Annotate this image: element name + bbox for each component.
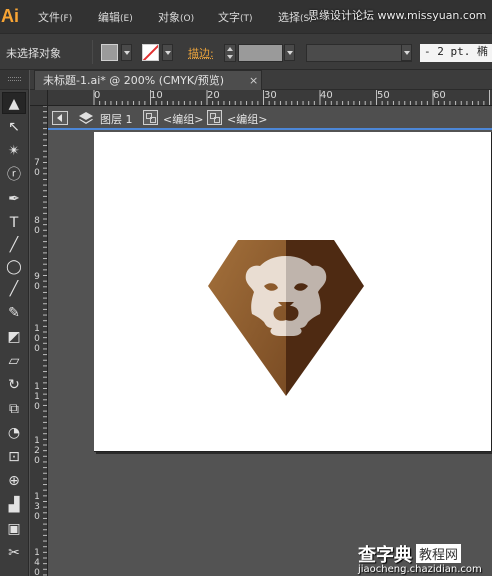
- ellipse-tool[interactable]: ◯: [2, 256, 26, 278]
- ruler-label: 1: [34, 324, 40, 334]
- control-bar: 未选择对象 描边: - 2 pt. 椭: [0, 33, 492, 70]
- selection-status: 未选择对象: [6, 47, 61, 60]
- menu-overlay-watermark: 思缘设计论坛 www.missyuan.com: [308, 9, 487, 22]
- stroke-weight-dropdown[interactable]: [284, 44, 295, 61]
- menu-edit[interactable]: 编辑(E): [98, 9, 133, 25]
- direct-selection-tool[interactable]: ↖: [2, 116, 26, 138]
- menu-type[interactable]: 文字(T): [218, 9, 253, 25]
- ruler-label: 1: [34, 436, 40, 446]
- stroke-weight-stepper[interactable]: [224, 44, 236, 62]
- ruler-label: 0: [34, 568, 40, 576]
- ruler-label: 3: [34, 502, 40, 512]
- ruler-label: 0: [34, 344, 40, 354]
- group-icon: [207, 110, 222, 125]
- ruler-label: 1: [34, 382, 40, 392]
- rotate-tool[interactable]: ↻: [2, 374, 26, 396]
- fill-swatch[interactable]: [101, 44, 118, 61]
- stroke-weight-input[interactable]: [238, 44, 283, 62]
- ruler-label: 1: [34, 392, 40, 402]
- graph-tool[interactable]: ▟: [2, 494, 26, 516]
- eraser-tool[interactable]: ▱: [2, 350, 26, 372]
- artboard[interactable]: [94, 132, 492, 452]
- ruler-label: 0: [34, 168, 40, 178]
- watermark-badge: 教程网: [416, 544, 462, 563]
- selection-tool[interactable]: ▲: [2, 92, 26, 114]
- ruler-label: 4: [34, 558, 40, 568]
- watermark-title: 查字典: [358, 545, 412, 566]
- ruler-label: 20: [207, 90, 220, 101]
- ruler-label: 0: [34, 334, 40, 344]
- ruler-label: 40: [320, 90, 333, 101]
- back-arrow-icon[interactable]: [52, 111, 68, 125]
- lasso-tool[interactable]: ⓡ: [2, 164, 26, 186]
- watermark-url: jiaocheng.chazidian.com: [358, 564, 482, 575]
- ruler-label: 0: [34, 282, 40, 292]
- group-icon: [143, 110, 158, 125]
- isolation-group-1[interactable]: <编组>: [163, 111, 203, 127]
- control-divider: [92, 40, 93, 64]
- stroke-dropdown-button[interactable]: [162, 44, 173, 61]
- paintbrush-tool[interactable]: ╱: [2, 278, 26, 300]
- type-tool[interactable]: T: [2, 212, 26, 234]
- app-logo: Ai: [1, 6, 19, 26]
- magic-wand-tool[interactable]: ✴: [2, 140, 26, 162]
- layers-icon: [79, 112, 93, 124]
- menu-object[interactable]: 对象(O): [158, 9, 194, 25]
- ruler-label: 0: [34, 512, 40, 522]
- warp-tool[interactable]: ◔: [2, 422, 26, 444]
- vertical-ruler[interactable]: 708090100110120130140: [30, 106, 48, 576]
- stroke-label[interactable]: 描边:: [188, 45, 214, 61]
- ruler-label: 30: [264, 90, 277, 101]
- artboard-tool[interactable]: ▣: [2, 518, 26, 540]
- close-icon[interactable]: ×: [249, 71, 258, 90]
- blob-brush-tool[interactable]: ◩: [2, 326, 26, 348]
- ruler-label: 7: [34, 158, 40, 168]
- menu-bar: Ai 文件(F) 编辑(E) 对象(O) 文字(T) 选择(S) 思缘设计论坛 …: [0, 0, 492, 33]
- canvas-pasteboard[interactable]: [48, 132, 492, 576]
- document-tab-title: 未标题-1.ai* @ 200% (CMYK/预览): [43, 74, 225, 87]
- isolation-group-2[interactable]: <编组>: [227, 111, 267, 127]
- isolation-mode-bar: 图层 1 <编组> <编组>: [48, 106, 492, 130]
- free-transform-tool[interactable]: ⊡: [2, 446, 26, 468]
- slice-tool[interactable]: ✂: [2, 542, 26, 564]
- ruler-origin[interactable]: [30, 90, 48, 106]
- ruler-label: 50: [377, 90, 390, 101]
- ruler-label: 1: [34, 492, 40, 502]
- ruler-label: 0: [34, 402, 40, 412]
- toolbar-grip[interactable]: [0, 70, 29, 90]
- ruler-label: 8: [34, 216, 40, 226]
- lion-shield-artwork[interactable]: [208, 236, 364, 396]
- horizontal-ruler[interactable]: 0 10 20 30 40 50 60: [30, 90, 492, 106]
- ruler-label: 9: [34, 272, 40, 282]
- ruler-label: 0: [34, 456, 40, 466]
- variable-width-profile[interactable]: [306, 44, 412, 62]
- pencil-tool[interactable]: ✎: [2, 302, 26, 324]
- shape-builder-tool[interactable]: ⊕: [2, 470, 26, 492]
- ruler-label: 60: [433, 90, 446, 101]
- isolation-layer-name[interactable]: 图层 1: [100, 111, 133, 127]
- document-tab[interactable]: 未标题-1.ai* @ 200% (CMYK/预览) ×: [34, 70, 262, 91]
- tools-panel: ▲ ↖ ✴ ⓡ ✒ T ╱ ◯ ╱ ✎ ◩ ▱ ↻ ⧉ ◔ ⊡ ⊕ ▟ ▣ ✂: [0, 70, 29, 576]
- menu-file[interactable]: 文件(F): [38, 9, 72, 25]
- ruler-label: 2: [34, 446, 40, 456]
- brush-definition-field[interactable]: - 2 pt. 椭: [420, 44, 492, 62]
- stroke-swatch[interactable]: [142, 44, 159, 61]
- scale-tool[interactable]: ⧉: [2, 398, 26, 420]
- ruler-label: 0: [94, 90, 101, 101]
- ruler-label: 10: [150, 90, 163, 101]
- variable-width-dropdown[interactable]: [401, 44, 412, 61]
- fill-dropdown-button[interactable]: [121, 44, 132, 61]
- ruler-label: 0: [34, 226, 40, 236]
- ruler-label: 1: [34, 548, 40, 558]
- line-tool[interactable]: ╱: [2, 234, 26, 256]
- pen-tool[interactable]: ✒: [2, 188, 26, 210]
- document-tab-bar: 未标题-1.ai* @ 200% (CMYK/预览) ×: [30, 70, 492, 91]
